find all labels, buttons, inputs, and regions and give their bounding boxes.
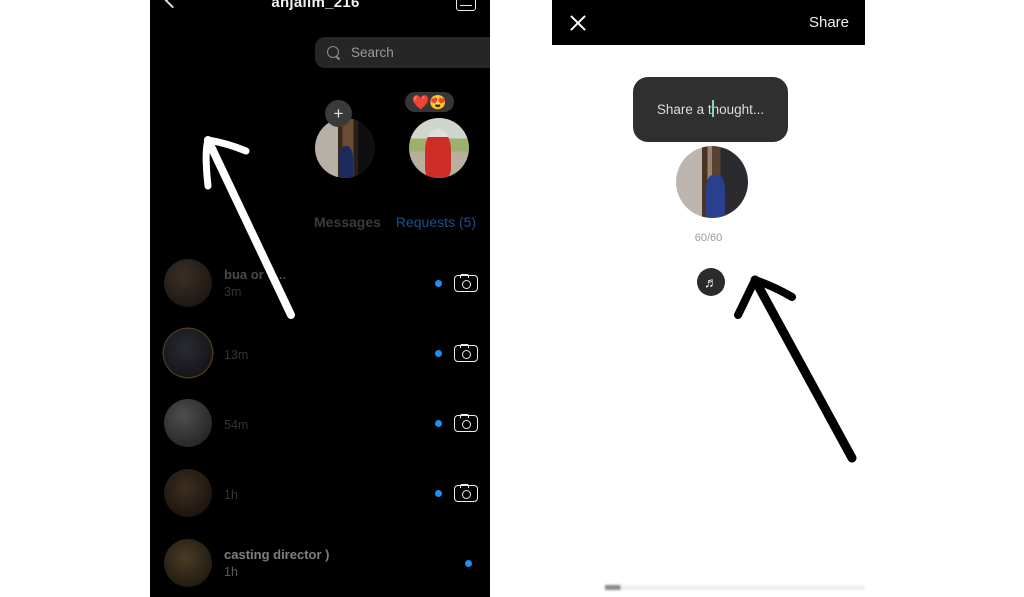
camera-icon[interactable] <box>454 274 478 292</box>
avatar <box>164 469 212 517</box>
conversation-text: 1h <box>224 485 423 502</box>
conversation-name: casting director ) <box>224 547 330 562</box>
table-row[interactable]: 13m <box>150 318 490 388</box>
conversation-text: casting director ) 1h <box>224 547 453 579</box>
conversation-timestamp: 1h <box>224 565 238 579</box>
camera-icon[interactable] <box>454 344 478 362</box>
story-avatar <box>315 118 375 178</box>
unread-indicator <box>435 349 442 357</box>
message-requests-link[interactable]: Requests (5) <box>396 214 476 230</box>
camera-icon[interactable] <box>454 414 478 432</box>
bottom-smudge <box>605 585 865 590</box>
unread-indicator <box>435 279 442 287</box>
thought-composer-bubble[interactable]: Share a thought... <box>633 77 788 142</box>
right-panel-header: Share <box>552 0 865 45</box>
instagram-dm-list-panel: anjalim_216 Search + ❤️😍 Messages Reques… <box>150 0 490 597</box>
conversation-timestamp: 3m <box>224 285 242 299</box>
conversation-name: bua or u... <box>224 267 287 282</box>
search-input[interactable]: Search <box>315 37 490 68</box>
table-row[interactable]: 54m <box>150 388 490 458</box>
character-counter: 60/60 <box>694 232 723 244</box>
avatar <box>164 329 212 377</box>
unread-indicator <box>465 559 472 567</box>
conversation-text: 13m <box>224 345 423 362</box>
story-avatar <box>409 118 469 178</box>
composer-placeholder: Share a thought... <box>656 100 765 117</box>
music-note-icon[interactable]: ♬ <box>697 268 725 296</box>
table-row[interactable]: 1h <box>150 458 490 528</box>
story-reactions-bubble: ❤️😍 <box>405 92 454 112</box>
story-item-your-story[interactable]: + <box>315 100 375 178</box>
left-panel-header: anjalim_216 <box>150 0 490 18</box>
share-button[interactable]: Share <box>809 14 849 31</box>
search-placeholder: Search <box>351 45 394 60</box>
avatar <box>676 146 748 218</box>
conversation-text: bua or u... 3m <box>224 267 423 299</box>
avatar <box>164 399 212 447</box>
conversation-text: 54m <box>224 415 423 432</box>
conversation-timestamp: 13m <box>224 347 249 362</box>
new-message-icon[interactable] <box>456 0 476 11</box>
table-row[interactable]: bua or u... 3m <box>150 248 490 318</box>
avatar <box>164 539 212 587</box>
avatar <box>164 259 212 307</box>
text-caret <box>711 100 714 117</box>
page-title: anjalim_216 <box>271 0 360 11</box>
close-icon[interactable] <box>568 13 588 33</box>
unread-indicator <box>435 419 442 427</box>
table-row[interactable]: casting director ) 1h <box>150 528 490 597</box>
stories-row: + ❤️😍 <box>315 92 469 178</box>
unread-indicator <box>435 489 442 497</box>
add-story-plus-icon[interactable]: + <box>325 100 352 127</box>
share-to-story-panel: Share Share a thought... 60/60 ♬ <box>552 0 865 597</box>
story-item-friend[interactable]: ❤️😍 <box>405 92 469 178</box>
conversation-timestamp: 54m <box>224 417 249 432</box>
camera-icon[interactable] <box>454 484 478 502</box>
messages-section-label: Messages <box>314 214 381 230</box>
conversation-timestamp: 1h <box>224 487 238 502</box>
back-chevron-icon[interactable] <box>164 0 175 11</box>
search-icon <box>327 45 341 60</box>
